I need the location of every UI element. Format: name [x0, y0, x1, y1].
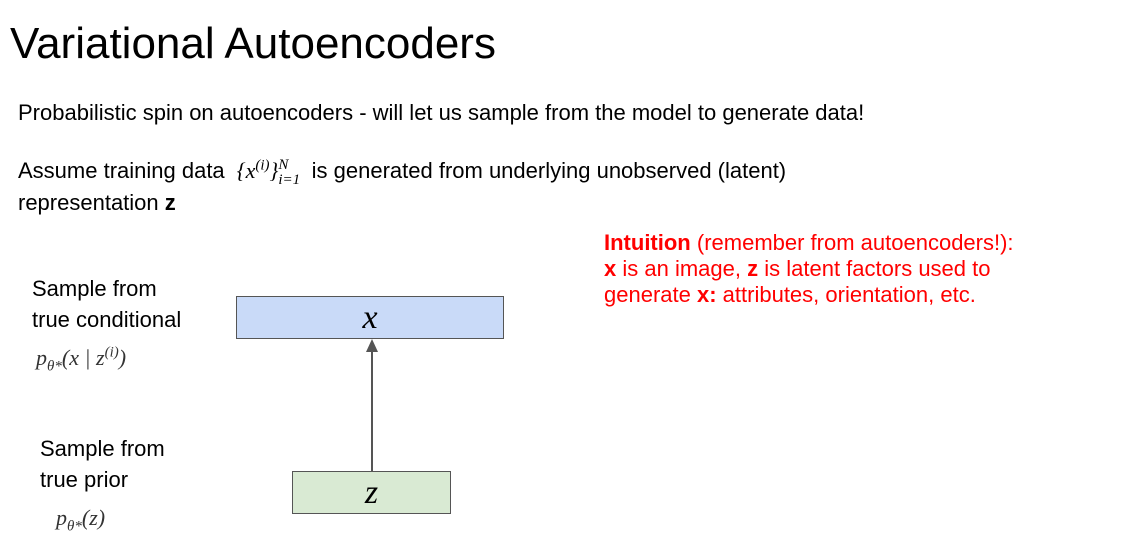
- formula-lower-limit: i=1: [278, 172, 301, 188]
- assumption-text-after: is generated from underlying unobserved …: [311, 158, 787, 184]
- assumption-text-cont: representation: [18, 190, 159, 215]
- prior-dist-arg: (z): [81, 505, 106, 530]
- formula-upper-limit: N: [278, 157, 289, 173]
- dataset-formula: {x(i)} Ni=1: [236, 157, 306, 188]
- conditional-label-line2: true conditional: [32, 307, 182, 332]
- prior-label: Sample from true prior: [40, 433, 165, 495]
- assumption-line: Assume training data {x(i)} Ni=1 is gener…: [18, 158, 786, 188]
- latent-z-bold: z: [164, 190, 176, 215]
- formula-index-sup: (i): [255, 157, 270, 174]
- prior-label-line1: Sample from: [40, 436, 165, 461]
- conditional-label-line1: Sample from: [32, 276, 157, 301]
- cond-dist-close: ): [118, 345, 127, 370]
- intuition-line-3: generate x: attributes, orientation, etc…: [604, 282, 1014, 308]
- intuition-line-2: x is an image, z is latent factors used …: [604, 256, 1014, 282]
- prior-dist-p: p: [56, 505, 67, 530]
- arrow-head: [366, 339, 378, 352]
- x-node-box: x: [236, 296, 504, 339]
- intuition-text-c: generate: [604, 282, 691, 307]
- intuition-x2-bold: x:: [696, 282, 717, 307]
- intuition-text-d: attributes, orientation, etc.: [722, 282, 976, 307]
- intuition-x-bold: x: [604, 256, 617, 281]
- intuition-line-1: Intuition (remember from autoencoders!):: [604, 230, 1014, 256]
- intuition-note: Intuition (remember from autoencoders!):…: [604, 230, 1014, 308]
- cond-dist-sup: (i): [104, 344, 119, 361]
- z-node-box: z: [292, 471, 451, 514]
- cond-dist-p: p: [36, 345, 47, 370]
- intuition-z-bold: z: [747, 256, 759, 281]
- formula-set-open: {x: [236, 158, 256, 184]
- intuition-heading: Intuition: [604, 230, 691, 255]
- intuition-text-b: is latent factors used to: [764, 256, 991, 281]
- prior-dist-sub: θ*: [67, 518, 82, 535]
- cond-dist-arg: (x | z: [61, 345, 105, 370]
- conditional-label: Sample from true conditional: [32, 273, 181, 335]
- page-title: Variational Autoencoders: [10, 19, 496, 68]
- conditional-distribution: pθ*(x | z(i)): [36, 344, 127, 375]
- assumption-text-before: Assume training data: [18, 158, 225, 184]
- prior-distribution: pθ*(z): [56, 505, 106, 535]
- assumption-line-cont: representation z: [18, 190, 176, 216]
- generation-arrow: [366, 339, 378, 472]
- formula-limits: Ni=1: [278, 158, 300, 188]
- intuition-heading-rest: (remember from autoencoders!):: [696, 230, 1014, 255]
- prior-label-line2: true prior: [40, 467, 129, 492]
- cond-dist-sub: θ*: [47, 358, 62, 375]
- intuition-text-a: is an image,: [622, 256, 741, 281]
- intro-line: Probabilistic spin on autoencoders - wil…: [18, 100, 865, 125]
